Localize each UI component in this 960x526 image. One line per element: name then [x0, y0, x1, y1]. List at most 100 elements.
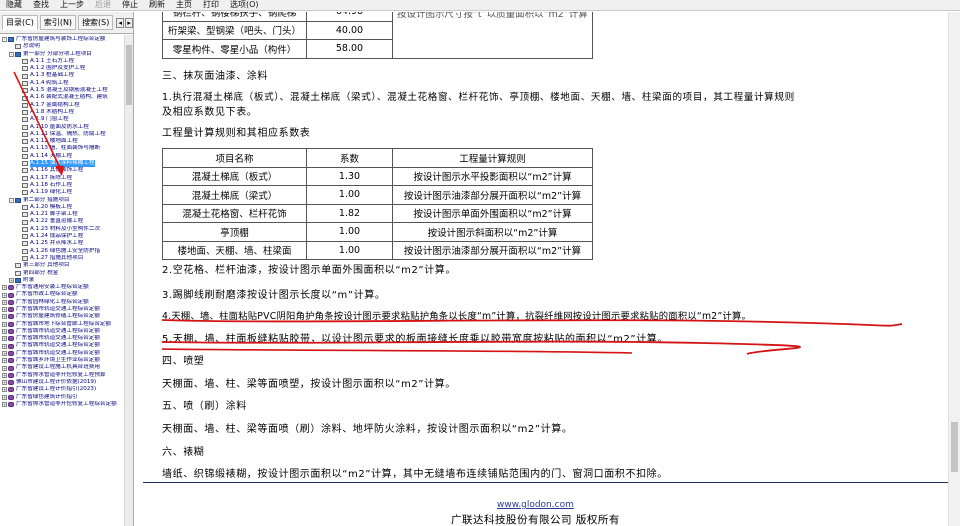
- tree-scrollbar[interactable]: [124, 35, 133, 526]
- page-icon: [22, 139, 28, 145]
- home-button[interactable]: 主页: [176, 0, 192, 10]
- tree-item[interactable]: A.1.19 绿化工程: [0, 189, 124, 196]
- expand-icon[interactable]: +: [2, 307, 7, 313]
- toolbar: 隐藏 查找 上一步 后退 停止 刷新 主页 打印 选项(O): [0, 0, 960, 11]
- tree-item[interactable]: + 广东省排水管道非开挖修复工程综合定额: [0, 401, 124, 408]
- tree-item[interactable]: + 广东省园林绿化工程综合定额: [0, 299, 124, 306]
- expand-icon[interactable]: +: [2, 285, 7, 291]
- tab-search[interactable]: 搜索(S): [78, 15, 114, 30]
- tree-item[interactable]: + 广东省城市轨道交通工程综合定额: [0, 350, 124, 357]
- tree-item[interactable]: A.1.7 金属结构工程: [0, 102, 124, 109]
- tree-item[interactable]: A.1.6 装配式混凝土结构、建筑: [0, 94, 124, 101]
- tree-item[interactable]: A.1.14 天棚工程: [0, 153, 124, 160]
- tree-item[interactable]: A.1.8 木结构工程: [0, 109, 124, 116]
- tab-index[interactable]: 索引(N): [39, 15, 77, 30]
- forward-button[interactable]: 后退: [95, 0, 111, 10]
- tree-item[interactable]: 第三部分 其他项目: [0, 262, 124, 269]
- tree-item[interactable]: A.1.2 围护及支护工程: [0, 65, 124, 72]
- table-row: 混凝土梯底（梁式） 1.00 按设计图示油漆部分展开面积以“m2”计算: [162, 185, 593, 205]
- tree-item[interactable]: A.1.27 措施其他项目: [0, 255, 124, 262]
- tree-item[interactable]: A.1.26 绿色施工安全防护措: [0, 248, 124, 255]
- expand-icon[interactable]: +: [2, 350, 7, 356]
- expand-icon[interactable]: +: [2, 329, 7, 335]
- tree-item[interactable]: A.1.25 井点降水工程: [0, 240, 124, 247]
- book-icon: [8, 358, 14, 364]
- tree-item[interactable]: + 广东省建设工程施工机具台班费用: [0, 364, 124, 371]
- tree-item[interactable]: A.1.13 墙、柱面装饰与隔断: [0, 145, 124, 152]
- tree-item[interactable]: 第四部分 税金: [0, 270, 124, 277]
- expand-icon[interactable]: +: [2, 299, 7, 305]
- tree-item[interactable]: A.1.20 模板工程: [0, 204, 124, 211]
- tree-item[interactable]: A.1.5 混凝土及钢筋混凝土工程: [0, 87, 124, 94]
- expand-icon[interactable]: +: [9, 277, 14, 283]
- tree-item[interactable]: - 第二部分 措施项目: [0, 197, 124, 204]
- tree-item-label: 广东省城市轨道交通工程综合定额: [16, 327, 100, 334]
- tree-item[interactable]: 总说明: [0, 43, 124, 50]
- tree-item[interactable]: + 广东省市政工程综合定额: [0, 291, 124, 298]
- tree-item[interactable]: + 广东省城乡环境卫生作业综合定额: [0, 357, 124, 364]
- stop-button[interactable]: 停止: [122, 0, 138, 10]
- document-scrollbar[interactable]: [948, 12, 960, 526]
- tree-item[interactable]: A.1.21 脚手架工程: [0, 211, 124, 218]
- table-cell: 1.00: [306, 222, 393, 242]
- tree-item[interactable]: A.1.3 桩基础工程: [0, 72, 124, 79]
- hide-button[interactable]: 隐藏: [6, 0, 22, 10]
- tree-item[interactable]: - 广东省房屋建筑与装饰工程综合定额: [0, 36, 124, 43]
- tree-item[interactable]: A.1.17 拆除工程: [0, 175, 124, 182]
- tree-item[interactable]: A.1.22 垂直运输工程: [0, 218, 124, 225]
- tree-item[interactable]: A.1.10 屋面及防水工程: [0, 124, 124, 131]
- expand-icon[interactable]: +: [2, 365, 7, 371]
- expand-icon[interactable]: +: [2, 343, 7, 349]
- tree-item[interactable]: + 广东省城市轨道交通工程综合定额: [0, 328, 124, 335]
- expand-icon[interactable]: +: [2, 401, 7, 407]
- tree-item[interactable]: + 广东省城市轨道交通工程综合定额: [0, 342, 124, 349]
- tree-item[interactable]: A.1.12 楼地面工程: [0, 138, 124, 145]
- expand-icon[interactable]: +: [2, 321, 7, 327]
- book-icon: [8, 329, 14, 335]
- tree-item[interactable]: A.1.4 砌筑工程: [0, 80, 124, 87]
- tree-item[interactable]: A.1.18 石作工程: [0, 182, 124, 189]
- collapse-icon[interactable]: -: [9, 51, 14, 57]
- tree-item[interactable]: + 广东省城市轨道交通工程综合定额: [0, 306, 124, 313]
- nav-next-icon[interactable]: ▸: [125, 17, 133, 28]
- tree-scrollbar-thumb[interactable]: [126, 45, 132, 105]
- tree-item[interactable]: + 广东省排水管道非开挖修复工程预算: [0, 372, 124, 379]
- refresh-button[interactable]: 刷新: [149, 0, 165, 10]
- expand-icon[interactable]: +: [2, 380, 7, 386]
- table-cell: 桁架梁、型钢梁（吧头、门头）: [162, 20, 307, 40]
- options-button[interactable]: 选项(O): [230, 0, 259, 10]
- tree-item-label: A.1.17 拆除工程: [30, 174, 73, 181]
- tree-item[interactable]: A.1.23 材料及小型构件二次: [0, 226, 124, 233]
- tree-item[interactable]: + 佛山市建设工程计价依据(2019): [0, 379, 124, 386]
- expand-icon[interactable]: +: [2, 314, 7, 320]
- tree-item[interactable]: A.1.9 门窗工程: [0, 116, 124, 123]
- tree-item[interactable]: - 第一部分 分部分项工程项目: [0, 51, 124, 58]
- collapse-icon[interactable]: -: [2, 37, 7, 43]
- footer-link[interactable]: www.glodon.com: [497, 500, 574, 510]
- back-button[interactable]: 上一步: [60, 0, 84, 10]
- tree-item[interactable]: A.1.15 油漆涂料裱糊工程: [0, 160, 124, 168]
- expand-icon[interactable]: +: [2, 292, 7, 298]
- find-button[interactable]: 查找: [33, 0, 49, 10]
- tree-item[interactable]: + 广东省房屋建筑修缮工程综合定额: [0, 313, 124, 320]
- expand-icon[interactable]: +: [2, 336, 7, 342]
- print-button[interactable]: 打印: [203, 0, 219, 10]
- tree-item[interactable]: + 广东省城市地下综合管廊工程综合定额: [0, 321, 124, 328]
- tree-item[interactable]: + 广东省通用安装工程综合定额: [0, 284, 124, 291]
- expand-icon[interactable]: +: [2, 358, 7, 364]
- tree-item[interactable]: + 广东省建设工程计价指引(2023): [0, 386, 124, 393]
- expand-icon[interactable]: +: [2, 372, 7, 378]
- tree-item[interactable]: A.1.1 土石方工程: [0, 58, 124, 65]
- tab-contents[interactable]: 目录(C): [2, 15, 38, 30]
- nav-prev-icon[interactable]: ◂: [116, 17, 125, 28]
- tree-item[interactable]: A.1.24 成品保护工程: [0, 233, 124, 240]
- expand-icon[interactable]: +: [2, 387, 7, 393]
- tree-item[interactable]: + 广东省城市轨道交通工程综合定额: [0, 335, 124, 342]
- tree-item[interactable]: + 广东省绿色建筑计价指引: [0, 394, 124, 401]
- expand-icon[interactable]: +: [2, 394, 7, 400]
- document-scrollbar-thumb[interactable]: [951, 422, 958, 472]
- tree-item[interactable]: A.1.11 保温、隔热、防腐工程: [0, 131, 124, 138]
- tree-item[interactable]: A.1.16 其他装饰工程: [0, 167, 124, 174]
- collapse-icon[interactable]: -: [9, 197, 14, 203]
- tree-item[interactable]: + 附录: [0, 277, 124, 284]
